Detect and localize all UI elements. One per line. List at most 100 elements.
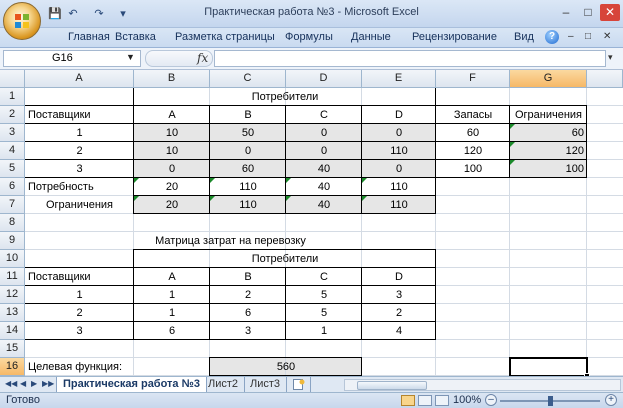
tab-formulas[interactable]: Формулы — [285, 31, 333, 43]
cell-c13[interactable]: 6 — [210, 304, 286, 322]
cell-b11[interactable]: A — [134, 268, 210, 286]
insert-sheet-icon[interactable] — [287, 377, 311, 392]
cell-a14[interactable]: 3 — [25, 322, 134, 340]
cell-a3[interactable]: 1 — [25, 124, 134, 142]
cell-b14[interactable]: 6 — [134, 322, 210, 340]
tab-review[interactable]: Рецензирование — [412, 31, 497, 43]
tab-page-layout[interactable]: Разметка страницы — [175, 31, 275, 43]
row-header-10[interactable]: 10 — [0, 250, 25, 268]
tab-home[interactable]: Главная — [68, 31, 110, 43]
insert-function-icon[interactable]: fx — [197, 51, 208, 65]
cell-d5[interactable]: 40 — [286, 160, 362, 178]
cell-d7[interactable]: 40 — [286, 196, 362, 214]
cell-b12[interactable]: 1 — [134, 286, 210, 304]
cell-c1[interactable]: Потребители — [134, 88, 436, 106]
cell-d11[interactable]: C — [286, 268, 362, 286]
sheet-tab-list3[interactable]: Лист3 — [244, 377, 288, 392]
cell-f2[interactable]: Запасы — [436, 106, 510, 124]
cell-c6[interactable]: 110 — [210, 178, 286, 196]
cell-g5[interactable]: 100 — [510, 160, 587, 178]
cell-d13[interactable]: 5 — [286, 304, 362, 322]
cell-d6[interactable]: 40 — [286, 178, 362, 196]
row-header-7[interactable]: 7 — [0, 196, 25, 214]
page-layout-view-button[interactable] — [418, 395, 432, 406]
zoom-out-button[interactable]: – — [485, 394, 497, 406]
column-header-a[interactable]: A — [25, 70, 134, 88]
cell-c10[interactable]: Потребители — [134, 250, 436, 268]
cell-f5[interactable]: 100 — [436, 160, 510, 178]
column-header-f[interactable]: F — [436, 70, 510, 88]
cell-c7[interactable]: 110 — [210, 196, 286, 214]
cell-c11[interactable]: B — [210, 268, 286, 286]
ribbon-close-button[interactable]: ✕ — [603, 31, 611, 42]
cell-c9[interactable]: Матрица затрат на перевозку — [25, 232, 436, 250]
cell-e2[interactable]: D — [362, 106, 436, 124]
cell-e3[interactable]: 0 — [362, 124, 436, 142]
help-icon[interactable]: ? — [545, 30, 559, 44]
column-header-b[interactable]: B — [134, 70, 210, 88]
scrollbar-thumb[interactable] — [357, 381, 427, 390]
row-header-11[interactable]: 11 — [0, 268, 25, 286]
cell-e7[interactable]: 110 — [362, 196, 436, 214]
cell-e11[interactable]: D — [362, 268, 436, 286]
column-header-d[interactable]: D — [286, 70, 362, 88]
close-button[interactable]: ✕ — [600, 4, 620, 21]
row-header-9[interactable]: 9 — [0, 232, 25, 250]
column-header-c[interactable]: C — [210, 70, 286, 88]
cell-g4[interactable]: 120 — [510, 142, 587, 160]
ribbon-minimize-button[interactable]: – — [568, 31, 574, 42]
cell-e5[interactable]: 0 — [362, 160, 436, 178]
cell-a7[interactable]: Ограничения — [25, 196, 134, 214]
row-header-6[interactable]: 6 — [0, 178, 25, 196]
column-header-g[interactable]: G — [510, 70, 587, 88]
cell-a16[interactable]: Целевая функция: — [25, 358, 134, 376]
cell-e14[interactable]: 4 — [362, 322, 436, 340]
cell-c3[interactable]: 50 — [210, 124, 286, 142]
name-box[interactable]: G16 — [3, 50, 141, 67]
next-sheet-icon[interactable]: ▶ — [31, 379, 37, 388]
cell-e12[interactable]: 3 — [362, 286, 436, 304]
row-header-13[interactable]: 13 — [0, 304, 25, 322]
cell-b6[interactable]: 20 — [134, 178, 210, 196]
cell-b13[interactable]: 1 — [134, 304, 210, 322]
prev-sheet-icon[interactable]: ◀ — [20, 379, 26, 388]
formula-input[interactable] — [214, 50, 606, 67]
row-header-15[interactable]: 15 — [0, 340, 25, 358]
cell-d3[interactable]: 0 — [286, 124, 362, 142]
row-header-1[interactable]: 1 — [0, 88, 25, 106]
cell-c12[interactable]: 2 — [210, 286, 286, 304]
tab-data[interactable]: Данные — [351, 31, 391, 43]
cell-a6[interactable]: Потребность — [25, 178, 134, 196]
tab-insert[interactable]: Вставка — [115, 31, 156, 43]
zoom-in-button[interactable]: + — [605, 394, 617, 406]
cell-f3[interactable]: 60 — [436, 124, 510, 142]
horizontal-scrollbar[interactable] — [344, 379, 621, 391]
cell-c2[interactable]: B — [210, 106, 286, 124]
row-header-2[interactable]: 2 — [0, 106, 25, 124]
column-header-h[interactable] — [587, 70, 623, 88]
cell-a13[interactable]: 2 — [25, 304, 134, 322]
expand-formula-bar-icon[interactable]: ▾ — [608, 52, 613, 63]
select-all-corner[interactable] — [0, 70, 25, 88]
first-sheet-icon[interactable]: ◀◀ — [5, 379, 17, 388]
minimize-button[interactable]: – — [556, 4, 576, 21]
row-header-5[interactable]: 5 — [0, 160, 25, 178]
cell-a2[interactable]: Поставщики — [25, 106, 134, 124]
cell-d2[interactable]: C — [286, 106, 362, 124]
active-cell-selection[interactable] — [509, 357, 588, 376]
sheet-tab-practical[interactable]: Практическая работа №3 — [56, 377, 207, 392]
column-header-e[interactable]: E — [362, 70, 436, 88]
office-button[interactable] — [3, 2, 41, 40]
tab-view[interactable]: Вид — [514, 31, 534, 43]
spreadsheet-grid[interactable]: ABCDEFG1234567891011121314151617Потребит… — [0, 70, 623, 376]
cell-a11[interactable]: Поставщики — [25, 268, 134, 286]
cell-c14[interactable]: 3 — [210, 322, 286, 340]
row-header-3[interactable]: 3 — [0, 124, 25, 142]
zoom-level[interactable]: 100% — [453, 394, 481, 406]
zoom-slider-thumb[interactable] — [548, 396, 553, 406]
cell-c5[interactable]: 60 — [210, 160, 286, 178]
row-header-14[interactable]: 14 — [0, 322, 25, 340]
chevron-down-icon[interactable]: ▼ — [126, 50, 135, 65]
cell-a4[interactable]: 2 — [25, 142, 134, 160]
row-header-4[interactable]: 4 — [0, 142, 25, 160]
